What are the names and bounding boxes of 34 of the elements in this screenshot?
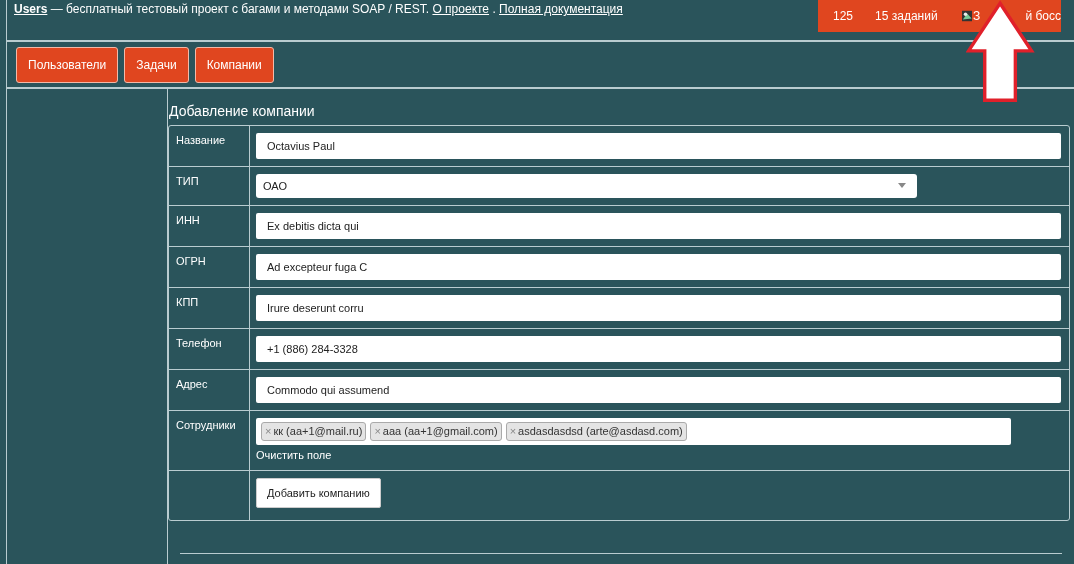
site-tagline: Users — бесплатный тестовый проект с багами и методами SOAP / REST. О проекте . Полная документация <box>14 2 623 18</box>
field-label: Адрес <box>176 378 208 390</box>
employees-field[interactable]: × кк (aa+1@mail.ru) × aaa (aa+1@gmail.com) × asdasdasdsd (arte@asdasd.com) <box>256 418 1011 445</box>
employee-tag[interactable]: × asdasdasdsd (arte@asdasd.com) <box>505 422 687 441</box>
text-field[interactable]: Irure deserunt corru <box>256 295 1061 321</box>
employee-tag[interactable]: × кк (aa+1@mail.ru) <box>261 422 367 441</box>
text-field[interactable]: Commodo qui assumend <box>256 377 1061 403</box>
clear-field-link[interactable]: Очистить поле <box>256 449 332 461</box>
text-field[interactable]: Ex debitis dicta qui <box>256 213 1061 239</box>
nav-button[interactable]: Компании <box>194 46 274 83</box>
field-label: ОГРН <box>176 255 206 267</box>
nav-button[interactable]: Пользователи <box>16 46 119 83</box>
text-field[interactable]: Octavius Paul <box>256 133 1061 159</box>
text-field[interactable]: Ad excepteur fuga C <box>256 254 1061 280</box>
type-dropdown[interactable]: ОАО <box>256 174 917 198</box>
score-count: 125 <box>833 9 854 23</box>
field-label: КПП <box>176 296 199 308</box>
user-name[interactable]: З <box>973 9 981 23</box>
field-label: ТИП <box>176 175 199 187</box>
nav-button[interactable]: Задачи <box>124 46 189 83</box>
tasks-count: 15 заданий <box>875 9 938 23</box>
field-label: ИНН <box>176 214 200 226</box>
field-label: Сотрудники <box>176 419 236 431</box>
caret-icon <box>898 183 906 189</box>
field-label: Телефон <box>176 337 222 349</box>
employee-tag[interactable]: × aaa (aa+1@gmail.com) <box>370 422 502 441</box>
field-label: Название <box>176 134 226 146</box>
about-link[interactable]: О проекте <box>432 2 490 16</box>
docs-link[interactable]: Полная документация <box>499 2 623 16</box>
form-title: Добавление компании <box>168 103 316 119</box>
add-company-button[interactable]: Добавить компанию <box>256 478 381 508</box>
avatar-icon <box>961 10 973 22</box>
text-field[interactable]: +1 (886) 284-3328 <box>256 336 1061 362</box>
user-name[interactable]: й босс <box>1025 9 1061 23</box>
